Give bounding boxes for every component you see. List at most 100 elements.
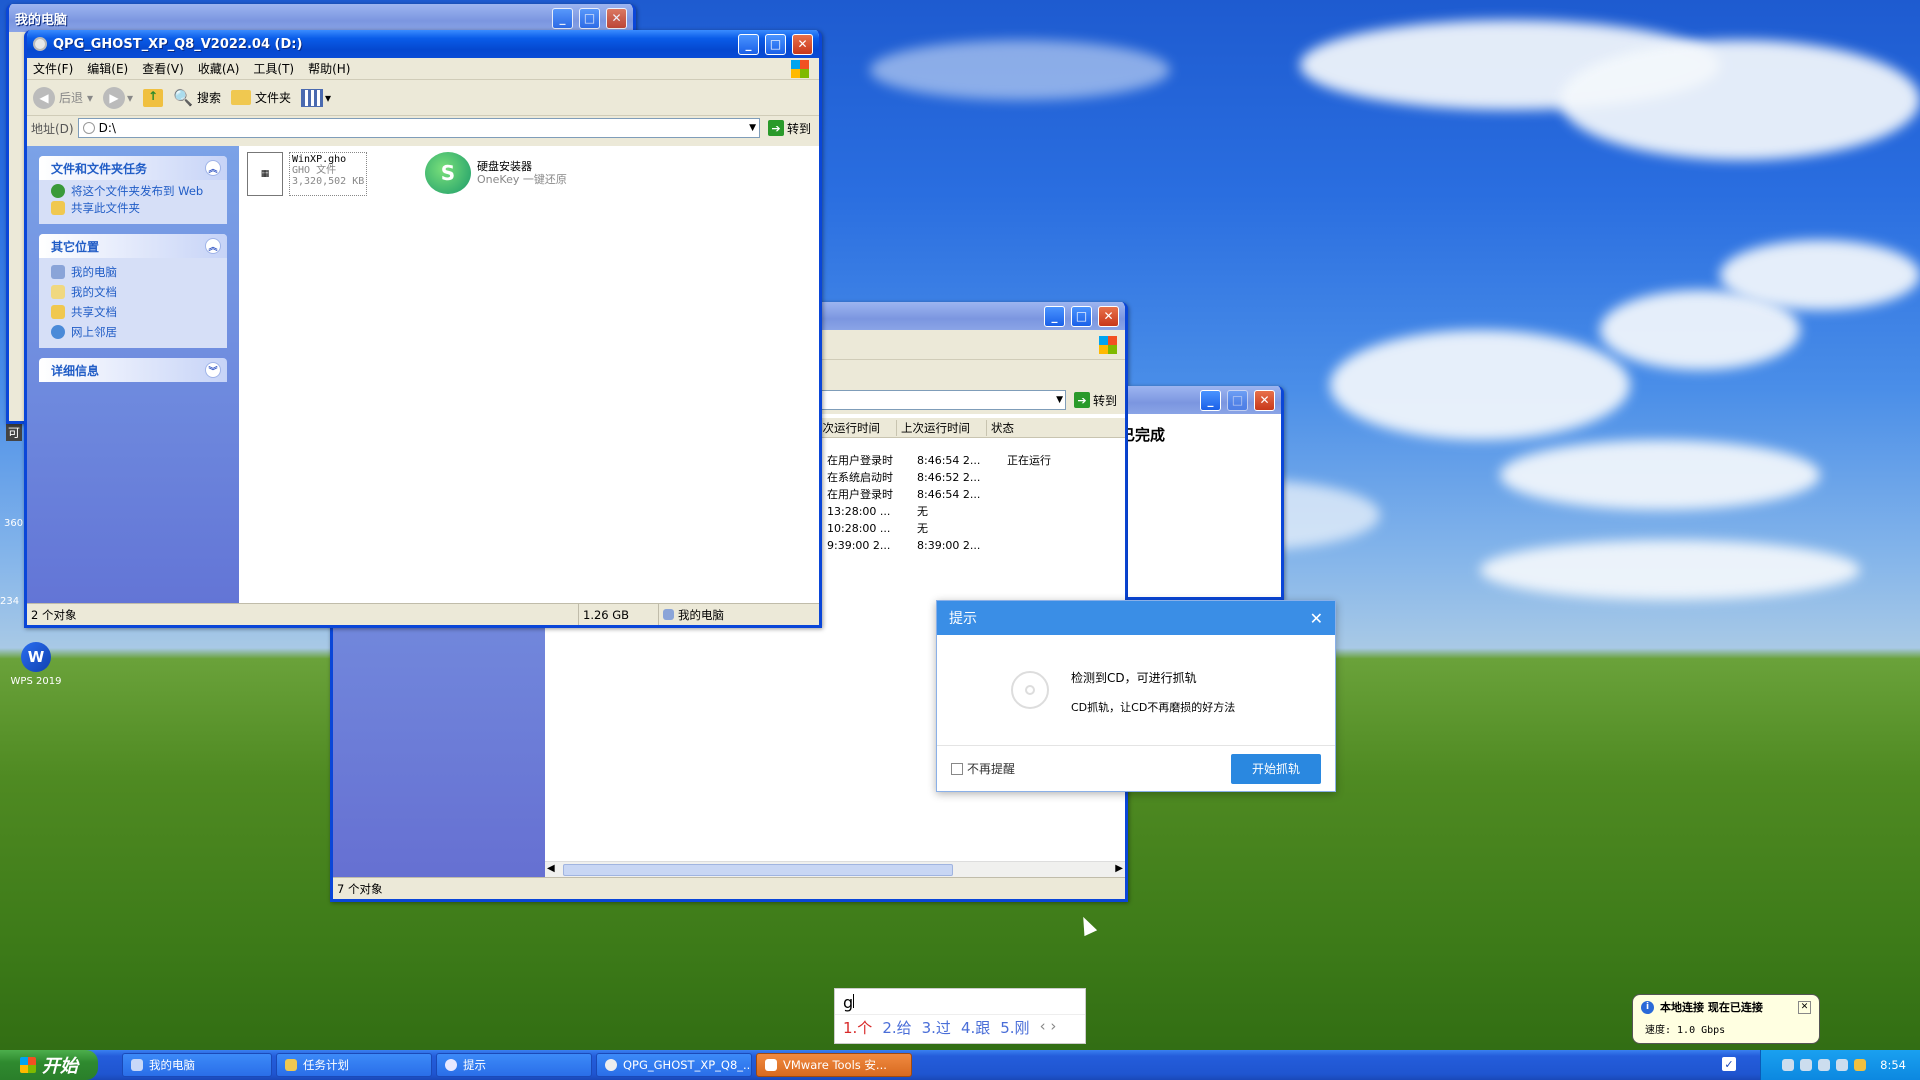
menu-view[interactable]: 查看(V) xyxy=(142,60,184,77)
gho-file-icon: ▦ xyxy=(247,152,283,196)
window-explorer-d-drive[interactable]: QPG_GHOST_XP_Q8_V2022.04 (D:) _ □ ✕ 文件(F… xyxy=(24,30,822,628)
dont-remind-checkbox[interactable]: 不再提醒 xyxy=(951,760,1015,777)
address-label: 地址(D) xyxy=(31,121,74,136)
taskbar-item-explorer[interactable]: QPG_GHOST_XP_Q8_... xyxy=(596,1053,752,1077)
place-my-documents[interactable]: 我的文档 xyxy=(51,282,217,302)
minimize-button[interactable]: _ xyxy=(738,33,759,55)
panel-header[interactable]: 其它位置 ︽ xyxy=(39,234,227,258)
forward-button[interactable]: ▶ ▾ xyxy=(103,86,133,109)
maximize-button[interactable]: □ xyxy=(1071,305,1092,327)
maximize-button[interactable]: □ xyxy=(765,33,786,55)
forward-arrow-icon: ▶ xyxy=(103,86,126,109)
address-input[interactable]: D:\ ▼ xyxy=(77,118,760,138)
folders-button[interactable]: 文件夹 xyxy=(231,89,291,106)
task-share-folder[interactable]: 共享此文件夹 xyxy=(51,198,217,218)
taskbar-item-scheduled-tasks[interactable]: 任务计划 xyxy=(276,1053,432,1077)
views-icon xyxy=(301,88,324,107)
up-folder-button[interactable]: ↑ xyxy=(143,88,164,107)
menu-help[interactable]: 帮助(H) xyxy=(308,60,350,77)
title-bar[interactable]: 我的电脑 _ □ ✕ xyxy=(9,4,633,32)
tray-check-icon[interactable]: ✓ xyxy=(1722,1057,1736,1071)
place-shared-documents[interactable]: 共享文档 xyxy=(51,302,217,322)
search-button[interactable]: 🔍 搜索 xyxy=(173,88,221,107)
collapse-icon[interactable]: ︽ xyxy=(205,160,221,176)
table-row[interactable]: ..13:28:00 ...无 xyxy=(807,503,1125,520)
taskbar-item-my-computer[interactable]: 我的电脑 xyxy=(122,1053,272,1077)
table-row[interactable]: 在用户登录时 8:46:54 2... xyxy=(807,486,1125,503)
expand-icon[interactable]: ︾ xyxy=(205,362,221,378)
clock[interactable]: 8:54 xyxy=(1880,1058,1906,1072)
volume-tray-icon[interactable] xyxy=(1818,1059,1831,1071)
scroll-left-icon[interactable]: ◀ xyxy=(547,863,555,874)
status-text: 已完成 xyxy=(1128,426,1166,444)
checkbox-label: 不再提醒 xyxy=(967,762,1016,776)
globe-icon xyxy=(51,184,65,198)
maximize-button[interactable]: □ xyxy=(579,7,600,29)
taskbar-item-vmware-tools[interactable]: VMware Tools 安... xyxy=(756,1053,912,1077)
ime-input[interactable]: g xyxy=(835,989,1085,1015)
close-button[interactable]: ✕ xyxy=(606,7,627,29)
go-button[interactable]: ➔ 转到 xyxy=(764,120,815,137)
window-progress[interactable]: _ □ ✕ 已完成 xyxy=(1128,386,1284,600)
menu-favorites[interactable]: 收藏(A) xyxy=(198,60,240,77)
close-button[interactable]: ✕ xyxy=(792,33,813,55)
minimize-button[interactable]: _ xyxy=(1044,305,1065,327)
collapse-icon[interactable]: ︽ xyxy=(205,238,221,254)
menu-tools[interactable]: 工具(T) xyxy=(253,60,294,77)
go-button[interactable]: ➔ 转到 xyxy=(1070,392,1121,409)
network-balloon[interactable]: i 本地连接 现在已连接 ✕ 速度: 1.0 Gbps xyxy=(1632,994,1820,1044)
title-bar[interactable]: _ □ ✕ xyxy=(1128,386,1281,414)
table-row[interactable]: 在用户登录时 8:46:54 2... 正在运行 xyxy=(807,452,1125,469)
column-header[interactable]: 状态 xyxy=(987,420,1047,436)
title-bar[interactable]: QPG_GHOST_XP_Q8_V2022.04 (D:) _ □ ✕ xyxy=(27,30,819,58)
close-button[interactable]: ✕ xyxy=(1254,389,1275,411)
ime-candidate[interactable]: 3.过 xyxy=(922,1017,951,1038)
ime-candidate[interactable]: 2.给 xyxy=(882,1017,911,1038)
file-item[interactable]: S 硬盘安装器 OneKey 一键还原 xyxy=(425,152,567,194)
table-row[interactable]: ..9:39:00 2...8:39:00 2... xyxy=(807,537,1125,554)
menu-file[interactable]: 文件(F) xyxy=(33,60,73,77)
chevron-down-icon[interactable]: ▼ xyxy=(1056,395,1063,405)
place-my-computer[interactable]: 我的电脑 xyxy=(51,262,217,282)
maximize-button[interactable]: □ xyxy=(1227,389,1248,411)
network-tray-icon[interactable] xyxy=(1782,1059,1795,1071)
desktop-icon-wps[interactable]: W WPS 2019 xyxy=(10,642,62,687)
start-rip-button[interactable]: 开始抓轨 xyxy=(1231,753,1321,784)
close-button[interactable]: ✕ xyxy=(1098,305,1119,327)
table-row[interactable]: 在系统启动时 8:46:52 2... xyxy=(807,469,1125,486)
back-button[interactable]: ◀ 后退 ▾ xyxy=(33,86,93,109)
close-icon[interactable]: ✕ xyxy=(1310,609,1323,628)
ime-candidate[interactable]: 4.跟 xyxy=(961,1017,990,1038)
scrollbar-thumb[interactable] xyxy=(563,864,953,876)
close-icon[interactable]: ✕ xyxy=(1798,1000,1811,1014)
ime-page-icon[interactable]: ‹ › xyxy=(1040,1017,1057,1038)
chevron-down-icon[interactable]: ▼ xyxy=(746,123,759,133)
column-header[interactable]: 上次运行时间 xyxy=(897,419,987,436)
checkbox-box[interactable] xyxy=(951,762,963,775)
file-item[interactable]: ▦ WinXP.gho GHO 文件 3,320,502 KB xyxy=(247,152,368,196)
tray-icon[interactable] xyxy=(1800,1059,1813,1071)
menu-edit[interactable]: 编辑(E) xyxy=(87,60,128,77)
vmware-tray-icon[interactable] xyxy=(1836,1059,1849,1071)
table-row[interactable]: ..10:28:00 ...无 xyxy=(807,520,1125,537)
views-button[interactable]: ▾ xyxy=(301,88,331,107)
file-name: 硬盘安装器 xyxy=(477,160,532,173)
panel-header[interactable]: 详细信息 ︾ xyxy=(39,358,227,382)
folder-icon xyxy=(51,305,65,319)
dialog-title-bar[interactable]: 提示 ✕ xyxy=(937,601,1335,635)
scroll-right-icon[interactable]: ▶ xyxy=(1115,863,1123,874)
dialog-prompt[interactable]: 提示 ✕ 检测到CD，可进行抓轨 CD抓轨，让CD不再磨损的好方法 不再提醒 开… xyxy=(936,600,1336,792)
ime-candidate[interactable]: 1.个 xyxy=(843,1017,872,1038)
start-button[interactable]: 开始 xyxy=(0,1050,98,1080)
task-publish-web[interactable]: 将这个文件夹发布到 Web xyxy=(51,184,217,198)
minimize-button[interactable]: _ xyxy=(1200,389,1221,411)
ime-candidate[interactable]: 5.刚 xyxy=(1000,1017,1029,1038)
place-network[interactable]: 网上邻居 xyxy=(51,322,217,342)
horizontal-scrollbar[interactable]: ◀ ▶ xyxy=(545,861,1125,877)
taskbar-item-prompt[interactable]: 提示 xyxy=(436,1053,592,1077)
panel-header[interactable]: 文件和文件夹任务 ︽ xyxy=(39,156,227,180)
mouse-cursor-icon xyxy=(1076,913,1098,937)
minimize-button[interactable]: _ xyxy=(552,7,573,29)
shield-icon[interactable] xyxy=(1854,1059,1867,1071)
network-icon xyxy=(51,325,65,339)
